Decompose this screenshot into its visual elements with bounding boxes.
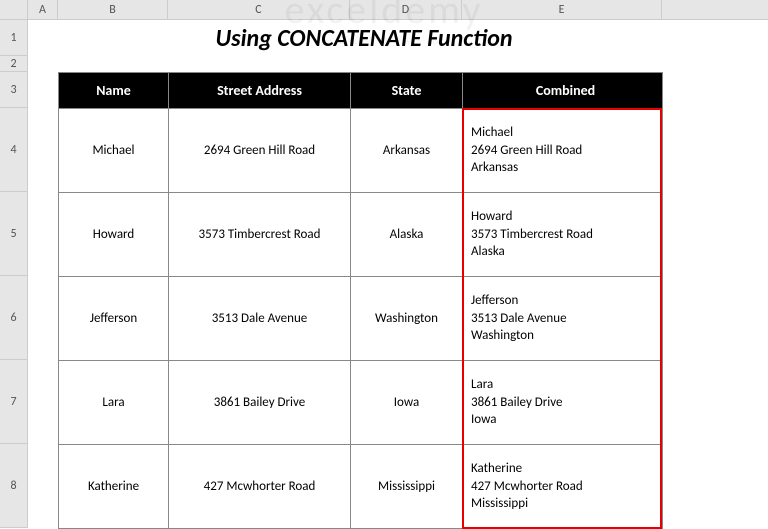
cell-combined[interactable]: Howard3573 Timbercrest RoadAlaska — [463, 193, 663, 277]
cell-combined[interactable]: Katherine427 Mcwhorter RoadMississippi — [463, 445, 663, 529]
header-name[interactable]: Name — [59, 73, 169, 109]
table-row: Lara 3861 Bailey Drive Iowa Lara3861 Bai… — [59, 361, 663, 445]
row-header-2[interactable]: 2 — [0, 56, 28, 72]
cell-state[interactable]: Alaska — [351, 193, 463, 277]
row-header-4[interactable]: 4 — [0, 108, 28, 192]
cell-name[interactable]: Jefferson — [59, 277, 169, 361]
cell-street[interactable]: 2694 Green Hill Road — [169, 109, 351, 193]
row-header-3[interactable]: 3 — [0, 72, 28, 108]
cell-state[interactable]: Washington — [351, 277, 463, 361]
column-headers-row: A B C D E — [0, 0, 768, 20]
table-row: Jefferson 3513 Dale Avenue Washington Je… — [59, 277, 663, 361]
cell-name[interactable]: Katherine — [59, 445, 169, 529]
header-state[interactable]: State — [351, 73, 463, 109]
cell-name[interactable]: Michael — [59, 109, 169, 193]
data-table: Name Street Address State Combined Micha… — [58, 72, 663, 529]
table-row: Howard 3573 Timbercrest Road Alaska Howa… — [59, 193, 663, 277]
table-row: Katherine 427 Mcwhorter Road Mississippi… — [59, 445, 663, 529]
cell-street[interactable]: 3861 Bailey Drive — [169, 361, 351, 445]
cell-state[interactable]: Iowa — [351, 361, 463, 445]
row-headers-col: 1 2 3 4 5 6 7 8 — [0, 20, 28, 528]
cell-street[interactable]: 3573 Timbercrest Road — [169, 193, 351, 277]
cell-combined[interactable]: Lara3861 Bailey DriveIowa — [463, 361, 663, 445]
row-header-5[interactable]: 5 — [0, 192, 28, 276]
cell-street[interactable]: 427 Mcwhorter Road — [169, 445, 351, 529]
cell-combined[interactable]: Jefferson3513 Dale AvenueWashington — [463, 277, 663, 361]
row-header-6[interactable]: 6 — [0, 276, 28, 360]
row-header-1[interactable]: 1 — [0, 20, 28, 56]
cell-state[interactable]: Mississippi — [351, 445, 463, 529]
table-row: Michael 2694 Green Hill Road Arkansas Mi… — [59, 109, 663, 193]
col-header-E[interactable]: E — [462, 0, 662, 19]
col-header-B[interactable]: B — [58, 0, 168, 19]
cell-street[interactable]: 3513 Dale Avenue — [169, 277, 351, 361]
cell-name[interactable]: Howard — [59, 193, 169, 277]
table-header-row: Name Street Address State Combined — [59, 73, 663, 109]
col-header-D[interactable]: D — [350, 0, 462, 19]
cell-state[interactable]: Arkansas — [351, 109, 463, 193]
row-header-7[interactable]: 7 — [0, 360, 28, 444]
cell-name[interactable]: Lara — [59, 361, 169, 445]
row-header-8[interactable]: 8 — [0, 444, 28, 528]
col-header-A[interactable]: A — [28, 0, 58, 19]
col-header-C[interactable]: C — [168, 0, 350, 19]
header-street[interactable]: Street Address — [169, 73, 351, 109]
page-title[interactable]: Using CONCATENATE Function — [28, 20, 740, 56]
header-combined[interactable]: Combined — [463, 73, 663, 109]
cell-combined[interactable]: Michael2694 Green Hill RoadArkansas — [463, 109, 663, 193]
